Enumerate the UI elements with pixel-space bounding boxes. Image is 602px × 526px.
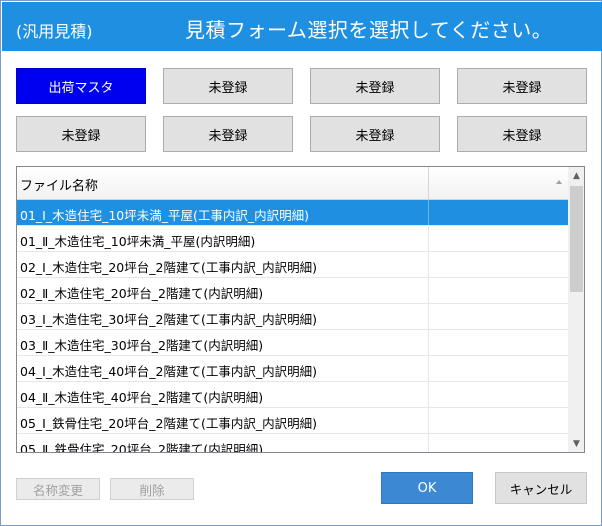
extra-cell bbox=[429, 408, 568, 433]
grid-rows: 01_Ⅰ_木造住宅_10坪未満_平屋(工事内訳_内訳明細) 01_Ⅱ_木造住宅_… bbox=[17, 200, 568, 452]
dialog-header: (汎用見積) 見積フォーム選択を選択してください。 bbox=[2, 2, 602, 51]
grid-header: ファイル名称 bbox=[17, 167, 568, 200]
extra-cell bbox=[429, 252, 568, 277]
file-name-cell: 03_Ⅰ_木造住宅_30坪台_2階建て(工事内訳_内訳明細) bbox=[17, 304, 429, 329]
file-name-cell: 01_Ⅰ_木造住宅_10坪未満_平屋(工事内訳_内訳明細) bbox=[17, 200, 429, 225]
file-name-cell: 02_Ⅰ_木造住宅_20坪台_2階建て(工事内訳_内訳明細) bbox=[17, 252, 429, 277]
file-name-cell: 01_Ⅱ_木造住宅_10坪未満_平屋(内訳明細) bbox=[17, 226, 429, 251]
table-row[interactable]: 01_Ⅰ_木造住宅_10坪未満_平屋(工事内訳_内訳明細) bbox=[17, 200, 568, 226]
form-button-8[interactable]: 未登録 bbox=[457, 116, 587, 152]
form-button-1[interactable]: 出荷マスタ bbox=[16, 68, 146, 104]
table-row[interactable]: 03_Ⅱ_木造住宅_30坪台_2階建て(内訳明細) bbox=[17, 330, 568, 356]
extra-cell bbox=[429, 382, 568, 407]
file-name-cell: 05_Ⅰ_鉄骨住宅_20坪台_2階建て(工事内訳_内訳明細) bbox=[17, 408, 429, 433]
form-button-3[interactable]: 未登録 bbox=[310, 68, 440, 104]
file-name-cell: 05_Ⅱ_鉄骨住宅_20坪台_2階建て(内訳明細) bbox=[17, 434, 429, 452]
table-row[interactable]: 05_Ⅱ_鉄骨住宅_20坪台_2階建て(内訳明細) bbox=[17, 434, 568, 452]
form-select-dialog: (汎用見積) 見積フォーム選択を選択してください。 出荷マスタ 未登録 未登録 … bbox=[0, 0, 602, 526]
extra-cell bbox=[429, 434, 568, 452]
column-header-file-name[interactable]: ファイル名称 bbox=[17, 167, 429, 200]
extra-cell bbox=[429, 278, 568, 303]
chevron-down-icon[interactable]: ▼ bbox=[568, 435, 584, 452]
file-name-cell: 03_Ⅱ_木造住宅_30坪台_2階建て(内訳明細) bbox=[17, 330, 429, 355]
file-name-cell: 04_Ⅱ_木造住宅_40坪台_2階建て(内訳明細) bbox=[17, 382, 429, 407]
table-row[interactable]: 03_Ⅰ_木造住宅_30坪台_2階建て(工事内訳_内訳明細) bbox=[17, 304, 568, 330]
file-list-grid: ファイル名称 01_Ⅰ_木造住宅_10坪未満_平屋(工事内訳_内訳明細) 01_… bbox=[16, 166, 585, 453]
delete-button[interactable]: 削除 bbox=[110, 478, 194, 500]
table-row[interactable]: 02_Ⅱ_木造住宅_20坪台_2階建て(内訳明細) bbox=[17, 278, 568, 304]
extra-cell bbox=[429, 200, 568, 225]
table-row[interactable]: 04_Ⅱ_木造住宅_40坪台_2階建て(内訳明細) bbox=[17, 382, 568, 408]
sort-up-icon bbox=[556, 180, 562, 184]
form-button-7[interactable]: 未登録 bbox=[310, 116, 440, 152]
scrollbar-thumb[interactable] bbox=[570, 186, 583, 292]
extra-cell bbox=[429, 356, 568, 381]
table-row[interactable]: 05_Ⅰ_鉄骨住宅_20坪台_2階建て(工事内訳_内訳明細) bbox=[17, 408, 568, 434]
dialog-title: 見積フォーム選択を選択してください。 bbox=[185, 18, 553, 42]
mode-tag: (汎用見積) bbox=[16, 22, 93, 41]
table-row[interactable]: 04_Ⅰ_木造住宅_40坪台_2階建て(工事内訳_内訳明細) bbox=[17, 356, 568, 382]
table-row[interactable]: 02_Ⅰ_木造住宅_20坪台_2階建て(工事内訳_内訳明細) bbox=[17, 252, 568, 278]
extra-cell bbox=[429, 330, 568, 355]
cancel-button[interactable]: キャンセル bbox=[495, 472, 587, 504]
form-button-2[interactable]: 未登録 bbox=[163, 68, 293, 104]
rename-button[interactable]: 名称変更 bbox=[16, 478, 100, 500]
form-button-4[interactable]: 未登録 bbox=[457, 68, 587, 104]
chevron-up-icon[interactable]: ▲ bbox=[568, 167, 584, 184]
form-button-5[interactable]: 未登録 bbox=[16, 116, 146, 152]
vertical-scrollbar[interactable]: ▲ ▼ bbox=[568, 167, 584, 452]
file-name-cell: 02_Ⅱ_木造住宅_20坪台_2階建て(内訳明細) bbox=[17, 278, 429, 303]
file-name-cell: 04_Ⅰ_木造住宅_40坪台_2階建て(工事内訳_内訳明細) bbox=[17, 356, 429, 381]
form-button-6[interactable]: 未登録 bbox=[163, 116, 293, 152]
extra-cell bbox=[429, 226, 568, 251]
extra-cell bbox=[429, 304, 568, 329]
column-header-extra[interactable] bbox=[429, 167, 568, 200]
table-row[interactable]: 01_Ⅱ_木造住宅_10坪未満_平屋(内訳明細) bbox=[17, 226, 568, 252]
ok-button[interactable]: OK bbox=[381, 472, 473, 504]
